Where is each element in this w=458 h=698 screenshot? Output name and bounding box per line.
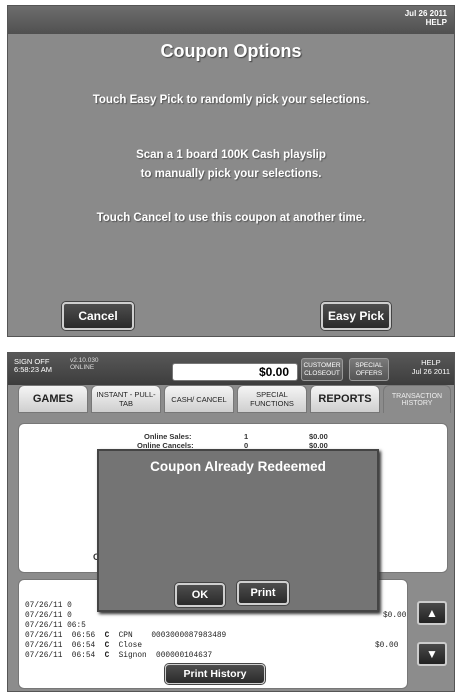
top-status-bar: Jul 26 2011 HELP [8,6,454,34]
print-button[interactable]: Print [237,581,289,605]
log-row: 07/26/11 06:56 C CPN 0003000087983489 [25,632,227,640]
coupon-options-screen: Jul 26 2011 HELP Coupon Options Touch Ea… [7,5,455,337]
instruction-scan-1: Scan a 1 board 100K Cash playslip [136,149,326,161]
tab-games[interactable]: GAMES [18,385,88,413]
terminal-header: SIGN OFF 6:58:23 AM v2.10.030 ONLINE $0.… [8,353,454,385]
scroll-up-button[interactable]: ▲ [417,601,447,625]
top-date-help[interactable]: Jul 26 2011 HELP [405,9,447,27]
special-offers-button[interactable]: SPECIAL OFFERS [349,358,389,381]
arrow-down-icon: ▼ [426,647,438,661]
version: v2.10.030 [70,357,99,364]
tab-instant-pull-tab[interactable]: INSTANT - PULL-TAB [91,385,161,413]
customer-closeout-button[interactable]: CUSTOMER CLOSEOUT [301,358,343,381]
transaction-history-screen: SIGN OFF 6:58:23 AM v2.10.030 ONLINE $0.… [7,352,455,692]
arrow-up-icon: ▲ [426,606,438,620]
balance-display: $0.00 [172,363,298,381]
online-sales-label: Online Sales: [144,432,192,441]
tab-cash-cancel[interactable]: CASH/ CANCEL [164,385,234,413]
online-sales-count: 1 [244,432,249,441]
online-status: ONLINE [70,364,95,371]
print-history-button[interactable]: Print History [165,664,265,684]
ok-button[interactable]: OK [175,583,225,607]
help-label: HELP [421,358,441,367]
log-row: 07/26/11 0 $0.00 [25,612,407,620]
help-button[interactable]: HELP Jul 26 2011 [412,358,450,376]
scroll-down-button[interactable]: ▼ [417,642,447,666]
tab-reports[interactable]: REPORTS [310,385,380,413]
online-sales-amount: $0.00 [309,432,328,441]
tab-transaction-history[interactable]: TRANSACTION HISTORY [383,385,451,413]
coupon-options-title: Coupon Options [160,41,302,61]
instruction-easy-pick: Touch Easy Pick to randomly pick your se… [92,94,370,106]
coupon-redeemed-dialog: Coupon Already Redeemed OK Print [97,449,379,612]
top-help-link[interactable]: HELP [405,18,447,27]
dialog-title: Coupon Already Redeemed [150,459,326,474]
clock: 6:58:23 AM [14,365,52,374]
instruction-scan-2: to manually pick your selections. [140,168,322,180]
top-date: Jul 26 2011 [404,9,447,18]
version-status: v2.10.030 ONLINE [70,357,99,371]
sign-off-button[interactable]: SIGN OFF 6:58:23 AM [14,358,52,374]
log-row: 07/26/11 06:54 C Close $0.00 [25,642,399,650]
easy-pick-button[interactable]: Easy Pick [321,302,391,330]
instruction-cancel: Touch Cancel to use this coupon at anoth… [96,212,366,224]
log-row: 07/26/11 0 [25,602,72,610]
cancel-button[interactable]: Cancel [62,302,134,330]
tab-special-functions[interactable]: SPECIAL FUNCTIONS [237,385,307,413]
log-row: 07/26/11 06:54 C Signon 000000104637 [25,652,213,660]
tab-bar: GAMES INSTANT - PULL-TAB CASH/ CANCEL SP… [8,383,454,413]
log-row: 07/26/11 06:5 [25,622,86,630]
header-date: Jul 26 2011 [411,367,450,376]
